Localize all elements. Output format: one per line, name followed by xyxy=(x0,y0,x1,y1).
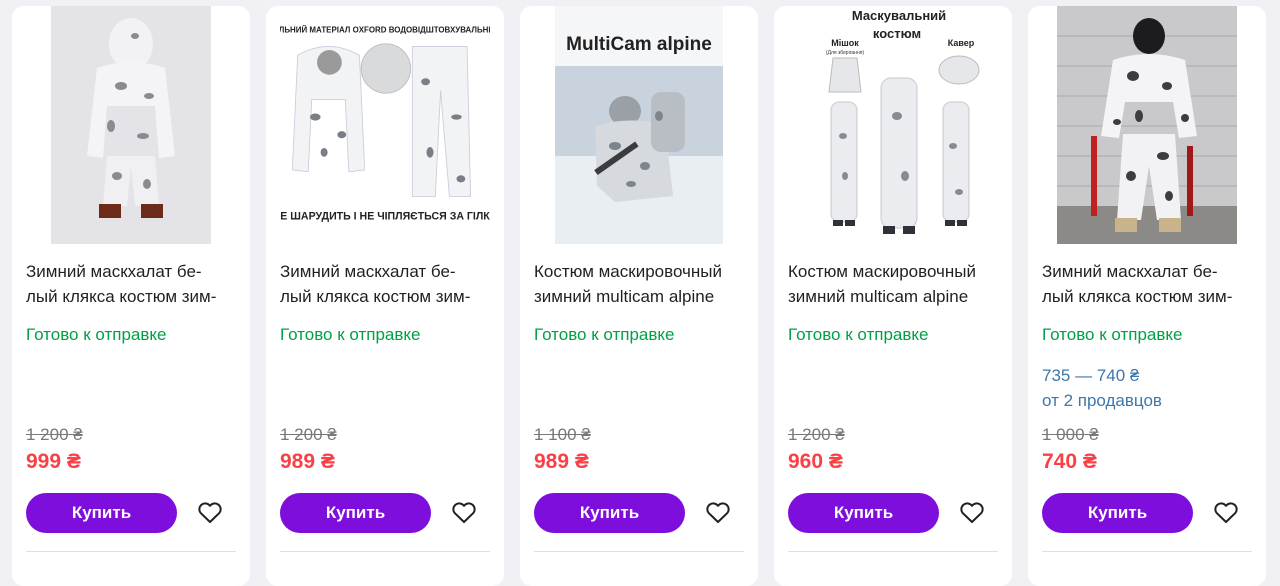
divider xyxy=(280,551,490,552)
product-card[interactable]: Зимний маскхалат бе- лый клякса костюм з… xyxy=(1028,6,1266,586)
product-card[interactable]: ЩІЛЬНИЙ МАТЕРІАЛ OXFORD ВОДОВІДШТОВХУВАЛ… xyxy=(266,6,504,586)
wishlist-button[interactable] xyxy=(703,499,733,527)
product-title[interactable]: Костюм маскировочный зимний multicam alp… xyxy=(534,259,746,309)
heart-icon xyxy=(960,502,984,523)
old-price: 1 100 ₴ xyxy=(534,425,591,444)
wishlist-button[interactable] xyxy=(957,499,987,527)
image-label-left-sub: (Для зберігання) xyxy=(826,50,865,56)
other-sellers-link[interactable]: 735 — 740 ₴ от 2 продавцов xyxy=(1042,363,1162,413)
old-price: 1 200 ₴ xyxy=(26,425,83,444)
old-price: 1 200 ₴ xyxy=(280,425,337,444)
buy-button[interactable]: Купить xyxy=(788,493,939,533)
heart-icon xyxy=(452,502,476,523)
heart-icon xyxy=(198,502,222,523)
availability-status: Готово к отправке xyxy=(26,325,167,344)
buy-button[interactable]: Купить xyxy=(26,493,177,533)
product-title[interactable]: Зимний маскхалат бе- лый клякса костюм з… xyxy=(26,259,238,309)
image-caption-top: Маскувальний xyxy=(852,8,946,23)
product-card[interactable]: Маскувальний костюм Мішок (Для зберіганн… xyxy=(774,6,1012,586)
wishlist-button[interactable] xyxy=(449,499,479,527)
sellers-count[interactable]: от 2 продавцов xyxy=(1042,388,1162,413)
availability-status: Готово к отправке xyxy=(1042,325,1183,344)
product-title[interactable]: Зимний маскхалат бе- лый клякса костюм з… xyxy=(280,259,492,309)
buy-button[interactable]: Купить xyxy=(1042,493,1193,533)
divider xyxy=(26,551,236,552)
divider xyxy=(788,551,998,552)
divider xyxy=(1042,551,1252,552)
image-caption-top: ЩІЛЬНИЙ МАТЕРІАЛ OXFORD ВОДОВІДШТОВХУВАЛ… xyxy=(280,25,490,34)
current-price: 989 ₴ xyxy=(534,450,589,473)
heart-icon xyxy=(1214,502,1238,523)
product-image[interactable]: MultiCam alpine xyxy=(534,6,744,244)
heart-icon xyxy=(706,502,730,523)
product-image[interactable]: ЩІЛЬНИЙ МАТЕРІАЛ OXFORD ВОДОВІДШТОВХУВАЛ… xyxy=(280,6,490,244)
camo-suit-set-image: Маскувальний костюм Мішок (Для зберіганн… xyxy=(793,6,993,244)
soldier-in-snow-image: MultiCam alpine xyxy=(555,6,723,244)
wishlist-button[interactable] xyxy=(1211,499,1241,527)
product-title[interactable]: Зимний маскхалат бе- лый клякса костюм з… xyxy=(1042,259,1254,309)
old-price: 1 000 ₴ xyxy=(1042,425,1099,444)
image-caption-bottom: НЕ ШАРУДИТЬ І НЕ ЧІПЛЯЄТЬСЯ ЗА ГІЛКИ xyxy=(280,210,490,222)
current-price: 999 ₴ xyxy=(26,450,81,473)
winter-camo-jacket-pants-image: ЩІЛЬНИЙ МАТЕРІАЛ OXFORD ВОДОВІДШТОВХУВАЛ… xyxy=(280,20,490,230)
current-price: 960 ₴ xyxy=(788,450,843,473)
current-price: 989 ₴ xyxy=(280,450,335,473)
product-image[interactable] xyxy=(26,6,236,244)
product-title[interactable]: Костюм маскировочный зимний multicam alp… xyxy=(788,259,1000,309)
current-price: 740 ₴ xyxy=(1042,450,1097,473)
winter-camo-suit-front-image xyxy=(51,6,211,244)
product-card[interactable]: MultiCam alpine Костюм маскировочный зим… xyxy=(520,6,758,586)
wishlist-button[interactable] xyxy=(195,499,225,527)
product-image[interactable]: Маскувальний костюм Мішок (Для зберіганн… xyxy=(788,6,998,244)
image-label-right: Кавер xyxy=(948,38,975,48)
old-price: 1 200 ₴ xyxy=(788,425,845,444)
image-caption-top-2: костюм xyxy=(873,26,921,41)
sellers-price-range[interactable]: 735 — 740 ₴ xyxy=(1042,363,1162,388)
buy-button[interactable]: Купить xyxy=(534,493,685,533)
divider xyxy=(534,551,744,552)
image-caption-top: MultiCam alpine xyxy=(566,34,712,55)
product-image[interactable] xyxy=(1042,6,1252,244)
winter-camo-suit-brick-wall-image xyxy=(1057,6,1237,244)
product-card[interactable]: Зимний маскхалат бе- лый клякса костюм з… xyxy=(12,6,250,586)
availability-status: Готово к отправке xyxy=(280,325,421,344)
availability-status: Готово к отправке xyxy=(534,325,675,344)
image-label-left: Мішок xyxy=(831,38,859,48)
buy-button[interactable]: Купить xyxy=(280,493,431,533)
product-grid: Зимний маскхалат бе- лый клякса костюм з… xyxy=(0,0,1280,586)
availability-status: Готово к отправке xyxy=(788,325,929,344)
